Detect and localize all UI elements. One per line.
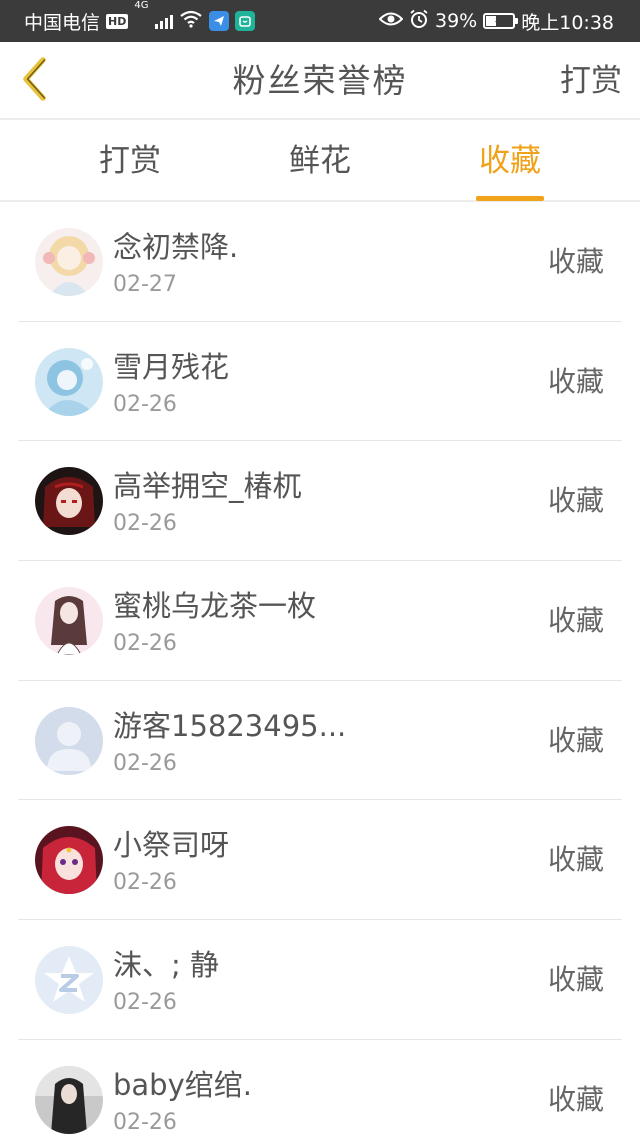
tab-favorites[interactable]: 收藏	[440, 120, 580, 202]
active-tab-indicator	[476, 196, 544, 201]
battery-percent: 39%	[435, 10, 478, 32]
avatar	[35, 467, 103, 536]
fan-name: 高举拥空_椿杌	[113, 469, 302, 504]
status-bar: 中国电信 HD 4G 39% 晚上10:38	[0, 0, 640, 42]
list-item[interactable]: 高举拥空_椿杌 02-26 收藏	[18, 441, 622, 562]
list-item[interactable]: baby绾绾. 02-26 收藏	[18, 1040, 622, 1138]
fan-date: 02-26	[113, 750, 177, 776]
avatar	[35, 228, 103, 296]
fan-action-label: 收藏	[547, 245, 604, 278]
fan-date: 02-27	[113, 272, 177, 297]
fan-action-label: 收藏	[547, 1082, 604, 1116]
fan-name: 蜜桃乌龙茶一枚	[113, 589, 317, 624]
list-item[interactable]: 蜜桃乌龙茶一枚 02-26 收藏	[18, 561, 622, 681]
list-item[interactable]: 游客15823495... 02-26 收藏	[18, 681, 622, 801]
fan-name: 游客15823495...	[113, 708, 347, 743]
avatar	[35, 826, 103, 895]
fan-action-label: 收藏	[547, 364, 604, 398]
reward-button[interactable]: 打赏	[560, 42, 622, 120]
list-item[interactable]: 小祭司呀 02-26 收藏	[18, 800, 622, 921]
fan-name: 小祭司呀	[113, 828, 230, 863]
fan-action-label: 收藏	[547, 843, 604, 877]
app-notification-icon	[209, 11, 230, 31]
signal-icon	[155, 13, 174, 29]
fan-date: 02-26	[113, 511, 177, 537]
wifi-icon	[179, 10, 203, 33]
mi-app-icon	[235, 11, 256, 31]
carrier-label: 中国电信	[24, 11, 101, 34]
avatar	[35, 946, 103, 1015]
fan-date: 02-26	[113, 631, 177, 657]
fan-date: 02-26	[113, 391, 177, 417]
fan-name: 雪月残花	[113, 349, 230, 384]
tab-flowers[interactable]: 鲜花	[250, 120, 390, 202]
fan-name: baby绾绾.	[113, 1067, 252, 1102]
eye-icon	[378, 10, 404, 32]
avatar	[35, 587, 103, 656]
list-item[interactable]: 念初禁降. 02-27 收藏	[18, 202, 622, 322]
status-bar-right: 39% 晚上10:38	[378, 0, 614, 42]
battery-icon	[483, 13, 519, 29]
fan-name: 念初禁降.	[113, 230, 239, 264]
fan-date: 02-26	[113, 870, 177, 896]
fan-action-label: 收藏	[547, 484, 604, 518]
list-item[interactable]: 雪月残花 02-26 收藏	[18, 322, 622, 442]
network-type: 4G	[134, 0, 149, 11]
avatar	[35, 347, 103, 416]
avatar	[35, 1065, 103, 1134]
fan-action-label: 收藏	[547, 963, 604, 997]
status-bar-left: 中国电信 HD 4G	[24, 0, 256, 42]
alarm-icon	[409, 9, 429, 34]
fan-action-label: 收藏	[547, 604, 604, 638]
fan-date: 02-26	[113, 1109, 177, 1135]
clock: 晚上10:38	[521, 11, 614, 34]
fan-list: 念初禁降. 02-27 收藏 雪月残花 02-26 收藏 高举拥空_椿杌 02-…	[0, 202, 640, 1138]
fan-name: 沫、; 静	[113, 948, 219, 983]
tab-bar: 打赏 鲜花 收藏	[0, 120, 640, 202]
tab-reward[interactable]: 打赏	[60, 120, 200, 202]
fan-action-label: 收藏	[547, 723, 604, 757]
app-header: 粉丝荣誉榜 打赏	[0, 42, 640, 120]
fan-date: 02-26	[113, 990, 177, 1016]
page-title: 粉丝荣誉榜	[232, 61, 408, 100]
hd-icon: HD	[106, 13, 129, 29]
avatar	[35, 706, 103, 775]
list-item[interactable]: 沫、; 静 02-26 收藏	[18, 920, 622, 1040]
